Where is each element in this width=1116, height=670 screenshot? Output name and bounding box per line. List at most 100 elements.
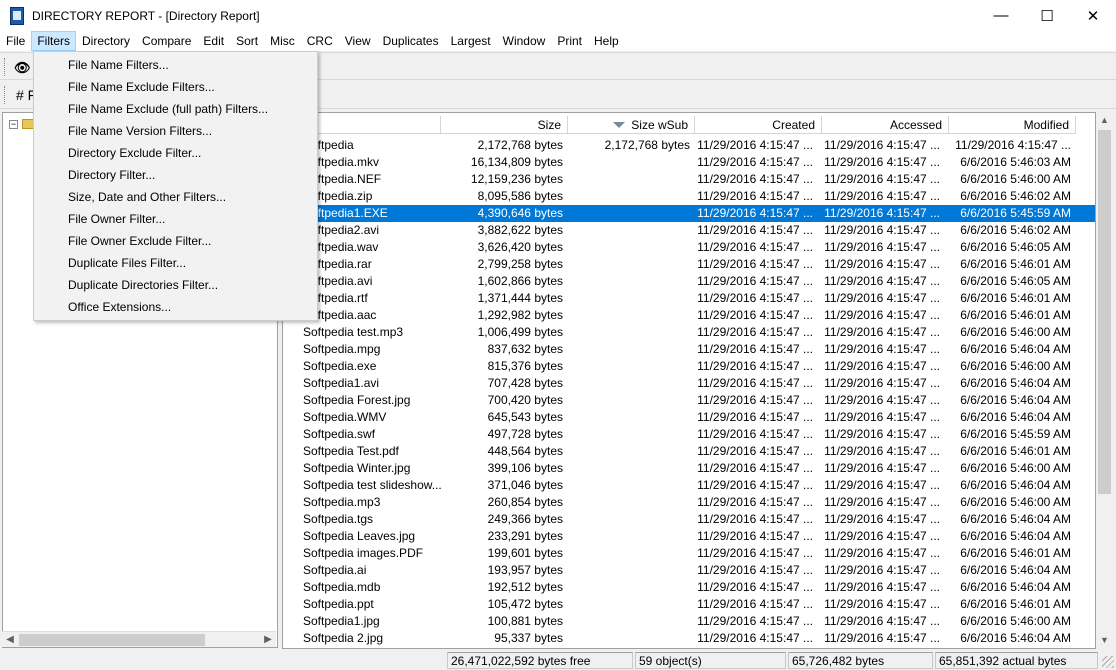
menu-misc[interactable]: Misc <box>264 31 301 51</box>
table-row[interactable]: Softpedia1.avi 707,428 bytes 11/29/2016 4:… <box>283 375 1095 392</box>
column-size-wsub[interactable]: Size wSub <box>568 116 695 134</box>
column-size[interactable]: Size <box>441 116 568 134</box>
menu-item-office-extensions[interactable]: Office Extensions... <box>34 296 317 318</box>
cell-modified: 6/6/2016 5:46:04 AM <box>960 376 1071 390</box>
menu-crc[interactable]: CRC <box>301 31 339 51</box>
menu-directory[interactable]: Directory <box>76 31 136 51</box>
column-created[interactable]: Created <box>695 116 822 134</box>
menu-item-directory-exclude-filter[interactable]: Directory Exclude Filter... <box>34 142 317 164</box>
menu-edit[interactable]: Edit <box>197 31 230 51</box>
cell-created: 11/29/2016 4:15:47 ... <box>697 257 813 271</box>
cell-size: 233,291 bytes <box>487 529 563 543</box>
binoculars-icon[interactable]: 👁 <box>14 60 31 76</box>
menu-item-file-owner-exclude-filter[interactable]: File Owner Exclude Filter... <box>34 230 317 252</box>
table-row[interactable]: Softpedia.exe 815,376 bytes 11/29/2016 4:1… <box>283 358 1095 375</box>
table-row[interactable]: Softpedia test slideshow... 371,046 bytes… <box>283 477 1095 494</box>
table-row[interactable]: Softpedia Forest.jpg 700,420 bytes 11/29/2… <box>283 392 1095 409</box>
menu-filters[interactable]: Filters <box>31 31 77 51</box>
collapse-icon[interactable]: − <box>9 119 18 129</box>
menu-item-size-date-other-filters[interactable]: Size, Date and Other Filters... <box>34 186 317 208</box>
table-row[interactable]: Softpedia.ai 193,957 bytes 11/29/2016 4:15… <box>283 562 1095 579</box>
cell-accessed: 11/29/2016 4:15:47 ... <box>824 580 940 594</box>
cell-name: Softpedia.exe <box>303 359 377 373</box>
table-row[interactable]: Softpedia.mp3 260,854 bytes 11/29/2016 4:1… <box>283 494 1095 511</box>
table-row[interactable]: Softpedia.zip 8,095,586 bytes 11/29/2016 4… <box>283 188 1095 205</box>
menu-item-directory-filter[interactable]: Directory Filter... <box>34 164 317 186</box>
column-modified[interactable]: Modified <box>949 116 1076 134</box>
menu-sort[interactable]: Sort <box>230 31 264 51</box>
cell-size: 1,371,444 bytes <box>477 291 563 305</box>
scroll-left-icon[interactable]: ◀ <box>2 632 18 648</box>
table-row[interactable]: Softpedia.aac 1,292,982 bytes 11/29/2016 4… <box>283 307 1095 324</box>
table-row[interactable]: Softpedia 2,172,768 bytes 2,172,768 bytes 1… <box>283 137 1095 154</box>
table-row[interactable]: Softpedia.ppt 105,472 bytes 11/29/2016 4:1… <box>283 596 1095 613</box>
list-vertical-scrollbar[interactable]: ▲ ▼ <box>1096 112 1113 649</box>
menu-item-file-name-exclude-filters[interactable]: File Name Exclude Filters... <box>34 76 317 98</box>
cell-size: 100,881 bytes <box>487 614 563 628</box>
cell-created: 11/29/2016 4:15:47 ... <box>697 308 813 322</box>
table-row[interactable]: Softpedia.wav 3,626,420 bytes 11/29/2016 4… <box>283 239 1095 256</box>
file-list[interactable]: me Size Size wSub Created Accessed Modif… <box>282 112 1096 649</box>
cell-size: 815,376 bytes <box>487 359 563 373</box>
cell-accessed: 11/29/2016 4:15:47 ... <box>824 325 940 339</box>
resize-grip-icon[interactable] <box>1102 656 1114 668</box>
table-row[interactable]: Softpedia.avi 1,602,866 bytes 11/29/2016 4… <box>283 273 1095 290</box>
cell-size: 837,632 bytes <box>487 342 563 356</box>
menu-largest[interactable]: Largest <box>445 31 497 51</box>
menu-item-file-owner-filter[interactable]: File Owner Filter... <box>34 208 317 230</box>
column-accessed[interactable]: Accessed <box>822 116 949 134</box>
table-row[interactable]: Softpedia.WMV 645,543 bytes 11/29/2016 4:1… <box>283 409 1095 426</box>
table-row[interactable]: Softpedia Winter.jpg 399,106 bytes 11/29/2… <box>283 460 1095 477</box>
cell-created: 11/29/2016 4:15:47 ... <box>697 359 813 373</box>
scroll-thumb-vertical[interactable] <box>1098 130 1111 494</box>
table-row[interactable]: Softpedia images.PDF 199,601 bytes 11/29/2… <box>283 545 1095 562</box>
table-row[interactable]: Softpedia test.mp3 1,006,499 bytes 11/29/2… <box>283 324 1095 341</box>
table-row[interactable]: Softpedia.tgs 249,366 bytes 11/29/2016 4:1… <box>283 511 1095 528</box>
close-button[interactable]: ✕ <box>1070 0 1116 31</box>
scroll-down-icon[interactable]: ▼ <box>1096 632 1113 649</box>
table-row[interactable]: Softpedia.rar 2,799,258 bytes 11/29/2016 4… <box>283 256 1095 273</box>
status-bytes: 65,726,482 bytes <box>788 652 933 669</box>
sort-descending-icon <box>613 122 625 128</box>
menu-item-file-name-exclude-full-path[interactable]: File Name Exclude (full path) Filters... <box>34 98 317 120</box>
tree-root-node[interactable]: − <box>9 119 34 129</box>
scroll-up-icon[interactable]: ▲ <box>1096 112 1113 129</box>
table-row[interactable]: Softpedia Test.pdf 448,564 bytes 11/29/201… <box>283 443 1095 460</box>
menu-item-file-name-filters[interactable]: File Name Filters... <box>34 54 317 76</box>
table-row[interactable]: Softpedia.mdb 192,512 bytes 11/29/2016 4:1… <box>283 579 1095 596</box>
table-row[interactable]: Softpedia Leaves.jpg 233,291 bytes 11/29/2… <box>283 528 1095 545</box>
cell-name: Softpedia.NEF <box>303 172 382 186</box>
scroll-thumb[interactable] <box>19 634 205 646</box>
table-row[interactable]: Softpedia.mkv 16,134,809 bytes 11/29/2016 … <box>283 154 1095 171</box>
menu-print[interactable]: Print <box>551 31 588 51</box>
menu-view[interactable]: View <box>339 31 377 51</box>
table-row[interactable]: Softpedia.rtf 1,371,444 bytes 11/29/2016 4… <box>283 290 1095 307</box>
table-row[interactable]: Softpedia2.avi 3,882,622 bytes 11/29/2016 … <box>283 222 1095 239</box>
table-row[interactable]: Softpedia.mpg 837,632 bytes 11/29/2016 4:1… <box>283 341 1095 358</box>
cell-created: 11/29/2016 4:15:47 ... <box>697 580 813 594</box>
menu-file[interactable]: File <box>0 31 31 51</box>
table-row[interactable]: Softpedia.NEF 12,159,236 bytes 11/29/2016 … <box>283 171 1095 188</box>
table-row[interactable]: Softpedia1.jpg 100,881 bytes 11/29/2016 4:… <box>283 613 1095 630</box>
toolbar-grip[interactable] <box>4 58 7 76</box>
cell-accessed: 11/29/2016 4:15:47 ... <box>824 410 940 424</box>
tree-horizontal-scrollbar[interactable]: ◀ ▶ <box>2 631 276 647</box>
menu-duplicates[interactable]: Duplicates <box>377 31 445 51</box>
maximize-button[interactable]: ☐ <box>1024 0 1070 31</box>
table-row[interactable]: Softpedia.swf 497,728 bytes 11/29/2016 4:1… <box>283 426 1095 443</box>
menu-window[interactable]: Window <box>497 31 552 51</box>
toolbar-grip-2[interactable] <box>4 86 7 104</box>
title-bar: DIRECTORY REPORT - [Directory Report] — … <box>0 0 1116 31</box>
table-row[interactable]: Softpedia 2.jpg 95,337 bytes 11/29/2016 4:… <box>283 630 1095 647</box>
cell-modified: 6/6/2016 5:46:04 AM <box>960 512 1071 526</box>
menu-item-duplicate-files-filter[interactable]: Duplicate Files Filter... <box>34 252 317 274</box>
scroll-right-icon[interactable]: ▶ <box>260 632 276 648</box>
cell-name: Softpedia.mpg <box>303 342 381 356</box>
table-row[interactable]: Softpedia1.EXE 4,390,646 bytes 11/29/2016 … <box>298 205 1095 222</box>
menu-compare[interactable]: Compare <box>136 31 197 51</box>
minimize-button[interactable]: — <box>978 0 1024 31</box>
menu-item-duplicate-directories-filter[interactable]: Duplicate Directories Filter... <box>34 274 317 296</box>
menu-help[interactable]: Help <box>588 31 625 51</box>
cell-created: 11/29/2016 4:15:47 ... <box>697 138 813 152</box>
menu-item-file-name-version-filters[interactable]: File Name Version Filters... <box>34 120 317 142</box>
